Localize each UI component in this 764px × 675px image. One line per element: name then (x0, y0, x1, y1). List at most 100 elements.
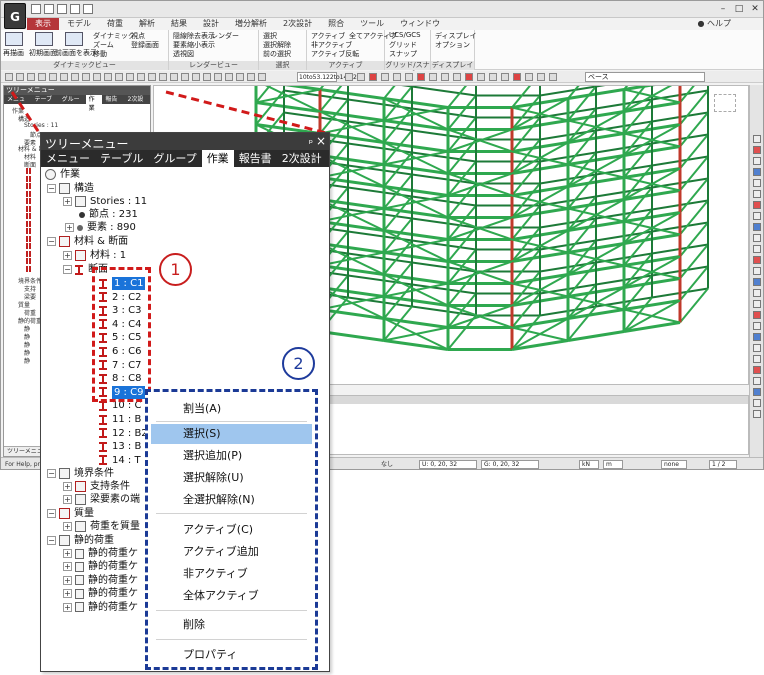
toolbar-icon[interactable] (537, 73, 545, 81)
background-tree-item[interactable]: Stories : 11 (24, 122, 58, 129)
collapse-icon[interactable]: − (47, 184, 56, 193)
context-menu-item[interactable]: 割当(A) (151, 399, 312, 419)
side-tool-icon[interactable] (753, 212, 761, 220)
toolbar-icon[interactable] (501, 73, 509, 81)
menu-tab[interactable]: 増分解析 (227, 18, 275, 30)
pin-icon[interactable]: ₚ (309, 135, 313, 146)
tree-mass[interactable]: − 質量 (47, 507, 94, 520)
background-tree-tab[interactable]: テーブル (31, 95, 58, 112)
tree-static-load[interactable]: − 静的荷重 (47, 534, 114, 547)
toolbar-icon[interactable] (453, 73, 461, 81)
side-tool-icon[interactable] (753, 179, 761, 187)
side-tool-icon[interactable] (753, 333, 761, 341)
toolbar-icon[interactable] (247, 73, 255, 81)
side-tool-icon[interactable] (753, 399, 761, 407)
context-menu-item[interactable]: 選択解除(U) (151, 468, 312, 488)
background-tree-tab[interactable]: メニュー (4, 95, 31, 112)
context-menu-item[interactable]: プロパティ (151, 645, 312, 665)
toolbar-icon[interactable] (115, 73, 123, 81)
ribbon-button[interactable]: スナップ (389, 49, 417, 59)
menu-tab[interactable]: 荷重 (99, 18, 131, 30)
expand-icon[interactable]: + (63, 549, 72, 558)
toolbar-icon[interactable] (405, 73, 413, 81)
side-tool-icon[interactable] (753, 234, 761, 242)
toolbar-icon[interactable] (49, 73, 57, 81)
force-unit-select[interactable]: kN (579, 460, 599, 469)
toolbar-icon[interactable] (357, 73, 365, 81)
toolbar-icon[interactable] (126, 73, 134, 81)
tree-menu-tab[interactable]: グループ (148, 150, 201, 167)
context-menu-item[interactable]: 全選択解除(N) (151, 490, 312, 510)
collapse-icon[interactable]: − (47, 469, 56, 478)
collapse-icon[interactable]: − (47, 536, 56, 545)
ribbon-button[interactable]: 登録画面 (131, 40, 159, 50)
save-icon[interactable] (57, 4, 67, 14)
section-item[interactable]: 13 : B (99, 440, 141, 453)
menu-tab[interactable]: 2次設計 (275, 18, 320, 30)
toolbar-icon[interactable] (71, 73, 79, 81)
side-tool-icon[interactable] (753, 267, 761, 275)
tree-menu-tab[interactable]: 作業 (201, 150, 234, 167)
background-tree-tab[interactable]: 作業 (85, 95, 103, 112)
view-cube-icon[interactable] (714, 94, 736, 112)
toolbar-icon[interactable] (549, 73, 557, 81)
toolbar-icon[interactable] (214, 73, 222, 81)
toolbar-icon[interactable] (525, 73, 533, 81)
menu-tab[interactable]: ウィンドウ (392, 18, 448, 30)
tree-menu-tab[interactable]: 2次設計 (277, 150, 327, 167)
section-item[interactable]: 14 : T (99, 454, 141, 467)
context-menu-item[interactable]: 非アクティブ (151, 564, 312, 584)
context-menu-item[interactable]: アクティブ(C) (151, 520, 312, 540)
toolbar-icon[interactable] (417, 73, 425, 81)
minimize-icon[interactable]: – (717, 3, 729, 15)
toolbar-icon[interactable] (82, 73, 90, 81)
toolbar-icon[interactable] (203, 73, 211, 81)
tree-support[interactable]: + 支持条件 (63, 480, 130, 493)
side-tool-icon[interactable] (753, 135, 761, 143)
expand-icon[interactable]: + (63, 602, 72, 612)
toolbar-icon[interactable] (429, 73, 437, 81)
toolbar-icon[interactable] (137, 73, 145, 81)
toolbar-icon[interactable] (170, 73, 178, 81)
background-tree-item[interactable]: 静 (24, 356, 30, 365)
tree-structure[interactable]: − 構造 (47, 182, 94, 195)
ribbon-button[interactable]: 初期画面 (29, 48, 57, 58)
toolbar-icon[interactable] (104, 73, 112, 81)
background-tree-tab[interactable]: 報告書 (102, 95, 124, 112)
collapse-icon[interactable]: − (47, 509, 56, 518)
toolbar-icon[interactable] (513, 73, 521, 81)
help-link[interactable]: ● ヘルプ (697, 18, 731, 29)
side-tool-icon[interactable] (753, 278, 761, 286)
side-tool-icon[interactable] (753, 201, 761, 209)
toolbar-icon[interactable] (236, 73, 244, 81)
side-tool-icon[interactable] (753, 256, 761, 264)
expand-icon[interactable]: + (63, 197, 72, 206)
toolbar-icon[interactable] (5, 73, 13, 81)
expand-icon[interactable]: + (63, 522, 72, 531)
tree-menu-tab[interactable]: メニュー (41, 150, 95, 167)
side-tool-icon[interactable] (753, 355, 761, 363)
load-case-item[interactable]: + 静的荷重ケ (63, 601, 138, 614)
section-item[interactable]: 11 : B (99, 413, 141, 426)
toolbar-icon[interactable] (441, 73, 449, 81)
side-tool-icon[interactable] (753, 410, 761, 418)
toolbar-icon[interactable] (258, 73, 266, 81)
toolbar-icon[interactable] (181, 73, 189, 81)
background-tree-tab[interactable]: 2次設計 (125, 95, 151, 112)
toolbar-icon[interactable] (93, 73, 101, 81)
toolbar-icon[interactable] (192, 73, 200, 81)
tree-boundary[interactable]: − 境界条件 (47, 467, 114, 480)
status-none-select[interactable]: none (661, 460, 687, 469)
menu-tab[interactable]: 結果 (163, 18, 195, 30)
close-window-icon[interactable]: ✕ (749, 3, 761, 15)
toolbar-icon[interactable] (393, 73, 401, 81)
toolbar-icon[interactable] (148, 73, 156, 81)
side-tool-icon[interactable] (753, 344, 761, 352)
menu-tab[interactable]: ツール (352, 18, 392, 30)
close-icon[interactable]: × (316, 134, 326, 148)
ribbon-button[interactable]: 前の選択 (263, 49, 291, 59)
background-tree-tab[interactable]: グループ (59, 95, 86, 112)
ribbon-button[interactable]: オプション (435, 40, 470, 50)
toolbar-icon[interactable] (27, 73, 35, 81)
tree-materials-sections[interactable]: − 材料 & 断面 (47, 235, 128, 248)
